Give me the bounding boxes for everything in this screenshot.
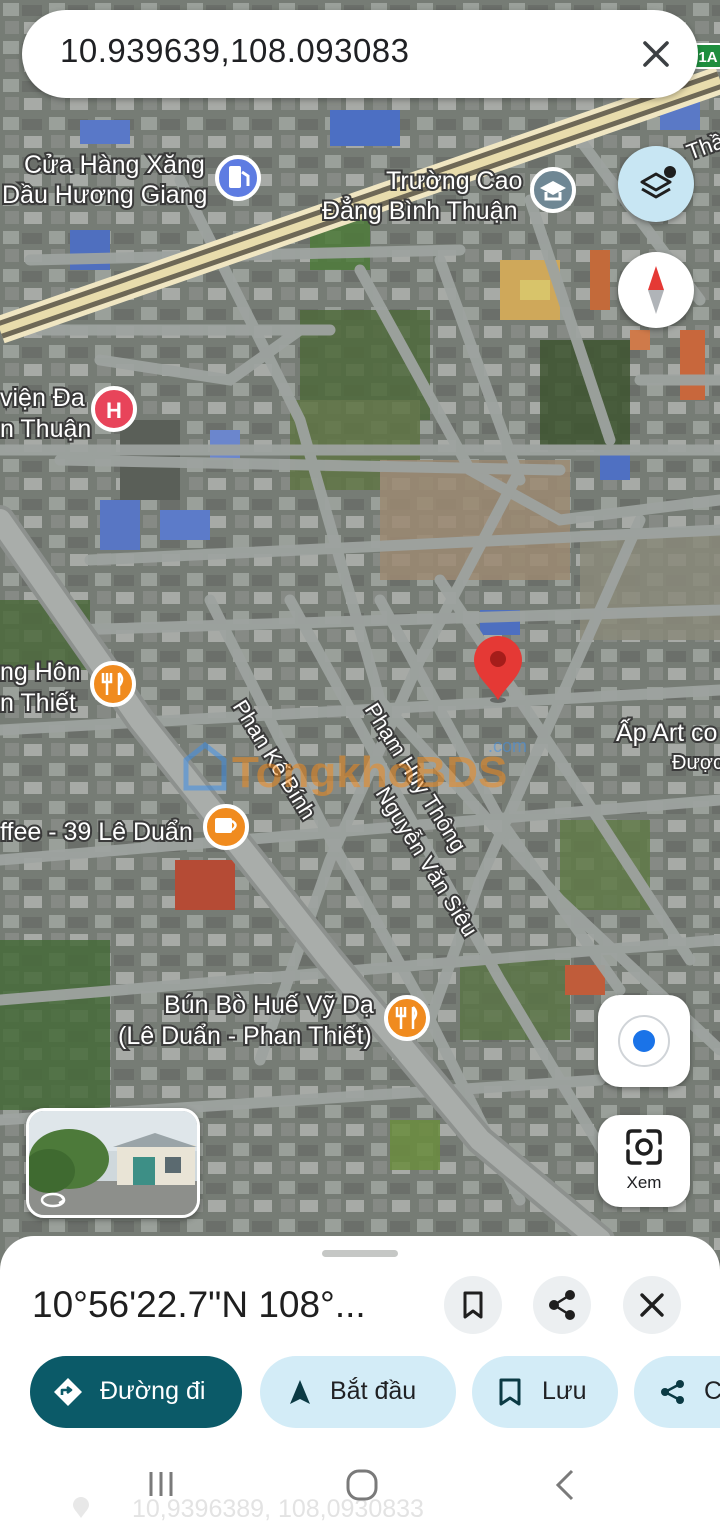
home-icon[interactable] bbox=[344, 1467, 380, 1503]
directions-button[interactable]: Đường đi bbox=[30, 1356, 242, 1428]
search-query[interactable]: 10.939639,108.093083 bbox=[60, 32, 410, 70]
compass-icon bbox=[648, 266, 664, 314]
camera-lens-icon bbox=[626, 1129, 662, 1165]
share-icon bbox=[661, 1380, 684, 1404]
map-label-cafe: ffee - 39 Lê Duẩn bbox=[0, 818, 193, 846]
school-poi[interactable] bbox=[530, 167, 576, 213]
search-close-button[interactable] bbox=[630, 28, 682, 80]
layers-icon bbox=[640, 166, 676, 199]
my-location-icon bbox=[618, 1015, 670, 1067]
map-label-bun-bo-1: Bún Bò Huế Vỹ Dạ bbox=[164, 991, 374, 1019]
sheet-drag-handle[interactable] bbox=[322, 1250, 398, 1257]
map-label-ap-art: Ấp Art co bbox=[616, 718, 717, 747]
map-label-college-1: Trường Cao bbox=[386, 167, 522, 195]
bun-bo-poi[interactable] bbox=[384, 995, 430, 1041]
bookmark-icon bbox=[499, 1378, 521, 1406]
my-location-button[interactable] bbox=[598, 995, 690, 1087]
map-label-restaurant-1: ng Hôn bbox=[0, 658, 81, 686]
cafe-poi[interactable] bbox=[203, 804, 249, 850]
navigation-arrow-icon bbox=[290, 1380, 310, 1404]
map-label-hospital-1: viện Đa bbox=[0, 384, 85, 412]
share-label: C bbox=[704, 1377, 720, 1405]
layers-button[interactable] bbox=[618, 146, 694, 222]
street-view-thumbnail[interactable] bbox=[26, 1108, 200, 1218]
watermark-com: .com bbox=[488, 736, 527, 756]
start-label: Bắt đầu bbox=[330, 1377, 417, 1405]
gas-station-poi[interactable] bbox=[215, 155, 261, 201]
start-button[interactable]: Bắt đầu bbox=[260, 1356, 456, 1428]
place-bottom-sheet[interactable]: 10°56'22.7"N 108°... Đường đi Bắt đầu Lư… bbox=[0, 1236, 720, 1529]
compass-button[interactable] bbox=[618, 252, 694, 328]
watermark-text: TongkhoBDS bbox=[232, 748, 507, 797]
map-label-gas-station-2: Dầu Hương Giang bbox=[2, 181, 207, 209]
system-nav-bar: 10,9396389, 108,0930833 bbox=[0, 1445, 720, 1529]
highway-shield-label: 1A bbox=[698, 49, 717, 66]
lens-label: Xem bbox=[626, 1173, 662, 1192]
map-label-college-2: Đẳng Bình Thuận bbox=[322, 195, 518, 225]
map-label-gas-station-1: Cửa Hàng Xăng bbox=[24, 151, 205, 179]
map-label-ap-art-2: Được bbox=[672, 752, 720, 774]
map-label-bun-bo-2: (Lê Duẩn - Phan Thiết) bbox=[118, 1022, 372, 1050]
360-rotate-icon bbox=[40, 1192, 66, 1208]
save-icon-button[interactable] bbox=[444, 1276, 502, 1334]
save-label: Lưu bbox=[542, 1377, 587, 1405]
close-icon[interactable] bbox=[630, 28, 682, 80]
close-icon bbox=[640, 1293, 664, 1317]
close-sheet-button[interactable] bbox=[623, 1276, 681, 1334]
search-bar[interactable]: 10.939639,108.093083 bbox=[22, 10, 698, 98]
map-label-restaurant-2: n Thiết bbox=[0, 689, 76, 717]
map-label-hospital-2: n Thuận bbox=[0, 415, 91, 443]
recent-apps-icon[interactable] bbox=[144, 1467, 178, 1501]
lens-button[interactable]: Xem bbox=[598, 1115, 690, 1207]
restaurant-poi[interactable] bbox=[90, 661, 136, 707]
share-button[interactable]: C bbox=[634, 1356, 720, 1428]
back-icon[interactable] bbox=[550, 1467, 580, 1503]
hospital-poi[interactable]: H bbox=[91, 386, 137, 432]
svg-text:H: H bbox=[106, 398, 122, 423]
directions-label: Đường đi bbox=[100, 1377, 206, 1405]
share-icon bbox=[549, 1290, 575, 1320]
coordinates-title: 10°56'22.7"N 108°... bbox=[32, 1284, 366, 1325]
directions-icon bbox=[54, 1378, 82, 1406]
save-button[interactable]: Lưu bbox=[472, 1356, 618, 1428]
share-icon-button[interactable] bbox=[533, 1276, 591, 1334]
bookmark-icon bbox=[463, 1291, 483, 1319]
location-marker-icon bbox=[73, 1497, 89, 1518]
